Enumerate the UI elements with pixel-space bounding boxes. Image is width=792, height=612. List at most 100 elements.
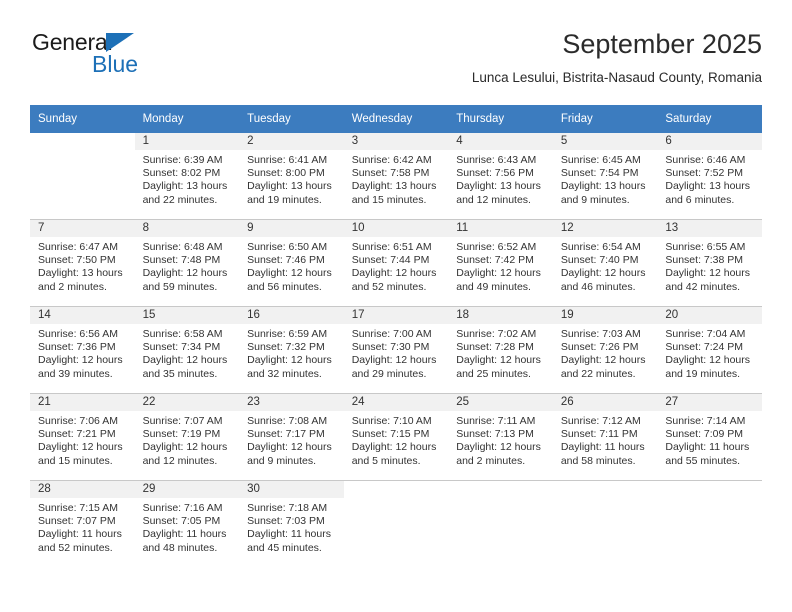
daylight-text: Daylight: 13 hours and 9 minutes. xyxy=(560,180,646,206)
day-details: Sunrise: 6:43 AM Sunset: 7:56 PM Daylight:… xyxy=(448,150,553,207)
daylight-text: Daylight: 11 hours and 55 minutes. xyxy=(665,441,750,467)
day-details: Sunrise: 6:58 AM Sunset: 7:34 PM Daylight:… xyxy=(135,324,240,381)
brand-logo[interactable]: General Blue xyxy=(30,28,240,88)
daylight-text: Daylight: 12 hours and 32 minutes. xyxy=(247,354,332,380)
day-details: Sunrise: 7:12 AM Sunset: 7:11 PM Daylight:… xyxy=(553,411,658,468)
day-cell-inner: 9 Sunrise: 6:50 AM Sunset: 7:46 PM Daylight… xyxy=(239,220,344,306)
day-cell-inner: 15 Sunrise: 6:58 AM Sunset: 7:34 PM Dayligh… xyxy=(134,307,240,393)
day-cell-inner: 20 Sunrise: 7:04 AM Sunset: 7:24 PM Dayligh… xyxy=(657,307,762,393)
calendar-day-cell[interactable]: 16 Sunrise: 6:59 AM Sunset: 7:32 PM Dayligh… xyxy=(239,306,344,394)
daylight-text: Daylight: 12 hours and 35 minutes. xyxy=(142,354,228,380)
sunrise-text: Sunrise: 7:08 AM xyxy=(247,415,328,427)
day-details: Sunrise: 7:02 AM Sunset: 7:28 PM Daylight:… xyxy=(448,324,553,381)
weekday-header-friday: Friday xyxy=(552,105,658,133)
daylight-text: Daylight: 12 hours and 22 minutes. xyxy=(560,354,646,380)
day-cell-inner xyxy=(343,481,449,567)
day-details: Sunrise: 6:59 AM Sunset: 7:32 PM Daylight:… xyxy=(239,324,344,381)
sunrise-text: Sunrise: 6:43 AM xyxy=(456,154,537,166)
sunset-text: Sunset: 7:26 PM xyxy=(560,341,639,354)
calendar-day-cell[interactable]: 24 Sunrise: 7:10 AM Sunset: 7:15 PM Dayligh… xyxy=(343,393,449,481)
sunrise-text: Sunrise: 7:02 AM xyxy=(456,328,537,340)
calendar-day-cell[interactable]: 11 Sunrise: 6:52 AM Sunset: 7:42 PM Dayligh… xyxy=(448,219,553,307)
calendar-day-cell[interactable]: 20 Sunrise: 7:04 AM Sunset: 7:24 PM Dayligh… xyxy=(657,306,762,394)
calendar-day-cell[interactable]: 1 Sunrise: 6:39 AM Sunset: 8:02 PM Daylight… xyxy=(134,133,240,220)
calendar-day-cell[interactable]: 3 Sunrise: 6:42 AM Sunset: 7:58 PM Daylight… xyxy=(343,133,449,220)
calendar-day-cell[interactable]: 28 Sunrise: 7:15 AM Sunset: 7:07 PM Dayligh… xyxy=(30,480,135,567)
title-block: September 2025 Lunca Lesului, Bistrita-N… xyxy=(472,28,762,86)
calendar-day-cell[interactable]: 7 Sunrise: 6:47 AM Sunset: 7:50 PM Daylight… xyxy=(30,219,135,307)
sunset-text: Sunset: 7:07 PM xyxy=(38,515,116,528)
sunset-text: Sunset: 7:46 PM xyxy=(247,254,325,267)
day-cell-inner: 17 Sunrise: 7:00 AM Sunset: 7:30 PM Dayligh… xyxy=(343,307,449,393)
sunrise-text: Sunrise: 6:41 AM xyxy=(247,154,328,166)
sunrise-text: Sunrise: 6:47 AM xyxy=(38,241,118,253)
sunset-text: Sunset: 7:05 PM xyxy=(142,515,221,528)
day-cell-inner: 13 Sunrise: 6:55 AM Sunset: 7:38 PM Dayligh… xyxy=(657,220,762,306)
sunrise-text: Sunrise: 7:07 AM xyxy=(142,415,223,427)
sunrise-text: Sunrise: 6:55 AM xyxy=(665,241,746,253)
day-number: 12 xyxy=(552,220,658,237)
calendar-day-cell[interactable]: 5 Sunrise: 6:45 AM Sunset: 7:54 PM Daylight… xyxy=(552,133,658,220)
calendar-day-cell[interactable]: 30 Sunrise: 7:18 AM Sunset: 7:03 PM Dayligh… xyxy=(239,480,344,567)
day-details: Sunrise: 7:00 AM Sunset: 7:30 PM Daylight:… xyxy=(344,324,449,381)
calendar-day-cell[interactable]: 13 Sunrise: 6:55 AM Sunset: 7:38 PM Dayligh… xyxy=(657,219,762,307)
day-number: 24 xyxy=(343,394,449,411)
sunset-text: Sunset: 7:52 PM xyxy=(665,167,744,180)
sunset-text: Sunset: 8:02 PM xyxy=(142,167,221,180)
calendar-day-cell[interactable]: 14 Sunrise: 6:56 AM Sunset: 7:36 PM Dayligh… xyxy=(30,306,135,394)
day-details: Sunrise: 6:51 AM Sunset: 7:44 PM Daylight:… xyxy=(344,237,449,294)
day-details xyxy=(448,498,553,502)
daylight-text: Daylight: 12 hours and 5 minutes. xyxy=(351,441,437,467)
calendar-day-cell[interactable]: 23 Sunrise: 7:08 AM Sunset: 7:17 PM Dayligh… xyxy=(239,393,344,481)
daylight-text: Daylight: 11 hours and 48 minutes. xyxy=(142,528,227,554)
calendar-day-cell[interactable]: 8 Sunrise: 6:48 AM Sunset: 7:48 PM Daylight… xyxy=(134,219,240,307)
calendar-day-cell[interactable]: 4 Sunrise: 6:43 AM Sunset: 7:56 PM Daylight… xyxy=(448,133,553,220)
calendar-week-row: 1 Sunrise: 6:39 AM Sunset: 8:02 PM Daylight… xyxy=(30,133,762,220)
day-details xyxy=(553,498,658,502)
calendar-day-cell[interactable]: 18 Sunrise: 7:02 AM Sunset: 7:28 PM Dayligh… xyxy=(448,306,553,394)
sunset-text: Sunset: 7:17 PM xyxy=(247,428,325,441)
day-details: Sunrise: 6:55 AM Sunset: 7:38 PM Daylight:… xyxy=(657,237,762,294)
day-number: 15 xyxy=(134,307,240,324)
calendar-week-row: 21 Sunrise: 7:06 AM Sunset: 7:21 PM Dayligh… xyxy=(30,393,762,481)
sunrise-text: Sunrise: 7:04 AM xyxy=(665,328,746,340)
day-cell-inner: 23 Sunrise: 7:08 AM Sunset: 7:17 PM Dayligh… xyxy=(239,394,344,480)
sunset-text: Sunset: 8:00 PM xyxy=(247,167,325,180)
day-details: Sunrise: 6:45 AM Sunset: 7:54 PM Daylight:… xyxy=(553,150,658,207)
day-number: 23 xyxy=(239,394,344,411)
calendar-day-cell[interactable]: 10 Sunrise: 6:51 AM Sunset: 7:44 PM Dayligh… xyxy=(343,219,449,307)
page-title: September 2025 xyxy=(562,29,762,59)
calendar-day-cell[interactable]: 12 Sunrise: 6:54 AM Sunset: 7:40 PM Dayligh… xyxy=(552,219,658,307)
weekday-header-sunday: Sunday xyxy=(30,105,135,133)
calendar-day-cell[interactable]: 22 Sunrise: 7:07 AM Sunset: 7:19 PM Dayligh… xyxy=(134,393,240,481)
day-number xyxy=(552,481,658,498)
calendar-day-cell[interactable]: 2 Sunrise: 6:41 AM Sunset: 8:00 PM Daylight… xyxy=(239,133,344,220)
day-number: 18 xyxy=(448,307,553,324)
day-cell-inner xyxy=(552,481,658,567)
day-number: 6 xyxy=(657,133,762,150)
calendar-day-cell[interactable]: 29 Sunrise: 7:16 AM Sunset: 7:05 PM Dayligh… xyxy=(134,480,240,567)
calendar-day-cell[interactable]: 15 Sunrise: 6:58 AM Sunset: 7:34 PM Dayligh… xyxy=(134,306,240,394)
calendar-day-cell[interactable]: 6 Sunrise: 6:46 AM Sunset: 7:52 PM Daylight… xyxy=(657,133,762,220)
day-cell-inner: 1 Sunrise: 6:39 AM Sunset: 8:02 PM Daylight… xyxy=(134,133,240,219)
sunrise-text: Sunrise: 6:39 AM xyxy=(142,154,223,166)
day-number: 21 xyxy=(30,394,135,411)
calendar-grid: Sunday Monday Tuesday Wednesday Thursday… xyxy=(30,105,762,567)
calendar-day-cell[interactable]: 9 Sunrise: 6:50 AM Sunset: 7:46 PM Daylight… xyxy=(239,219,344,307)
calendar-day-cell[interactable]: 27 Sunrise: 7:14 AM Sunset: 7:09 PM Dayligh… xyxy=(657,393,762,481)
sunrise-text: Sunrise: 6:59 AM xyxy=(247,328,328,340)
calendar-day-cell[interactable]: 25 Sunrise: 7:11 AM Sunset: 7:13 PM Dayligh… xyxy=(448,393,553,481)
calendar-day-cell[interactable]: 19 Sunrise: 7:03 AM Sunset: 7:26 PM Dayligh… xyxy=(552,306,658,394)
day-cell-inner: 26 Sunrise: 7:12 AM Sunset: 7:11 PM Dayligh… xyxy=(552,394,658,480)
calendar-day-cell[interactable]: 17 Sunrise: 7:00 AM Sunset: 7:30 PM Dayligh… xyxy=(343,306,449,394)
daylight-text: Daylight: 13 hours and 22 minutes. xyxy=(142,180,228,206)
sunset-text: Sunset: 7:40 PM xyxy=(560,254,639,267)
calendar-day-cell[interactable]: 21 Sunrise: 7:06 AM Sunset: 7:21 PM Dayligh… xyxy=(30,393,135,481)
sunrise-text: Sunrise: 6:51 AM xyxy=(351,241,432,253)
sunrise-text: Sunrise: 6:56 AM xyxy=(38,328,118,340)
sunset-text: Sunset: 7:03 PM xyxy=(247,515,325,528)
day-details: Sunrise: 7:16 AM Sunset: 7:05 PM Daylight:… xyxy=(135,498,240,555)
day-cell-inner: 28 Sunrise: 7:15 AM Sunset: 7:07 PM Dayligh… xyxy=(30,481,135,567)
calendar-day-cell[interactable]: 26 Sunrise: 7:12 AM Sunset: 7:11 PM Dayligh… xyxy=(552,393,658,481)
day-number: 3 xyxy=(343,133,449,150)
